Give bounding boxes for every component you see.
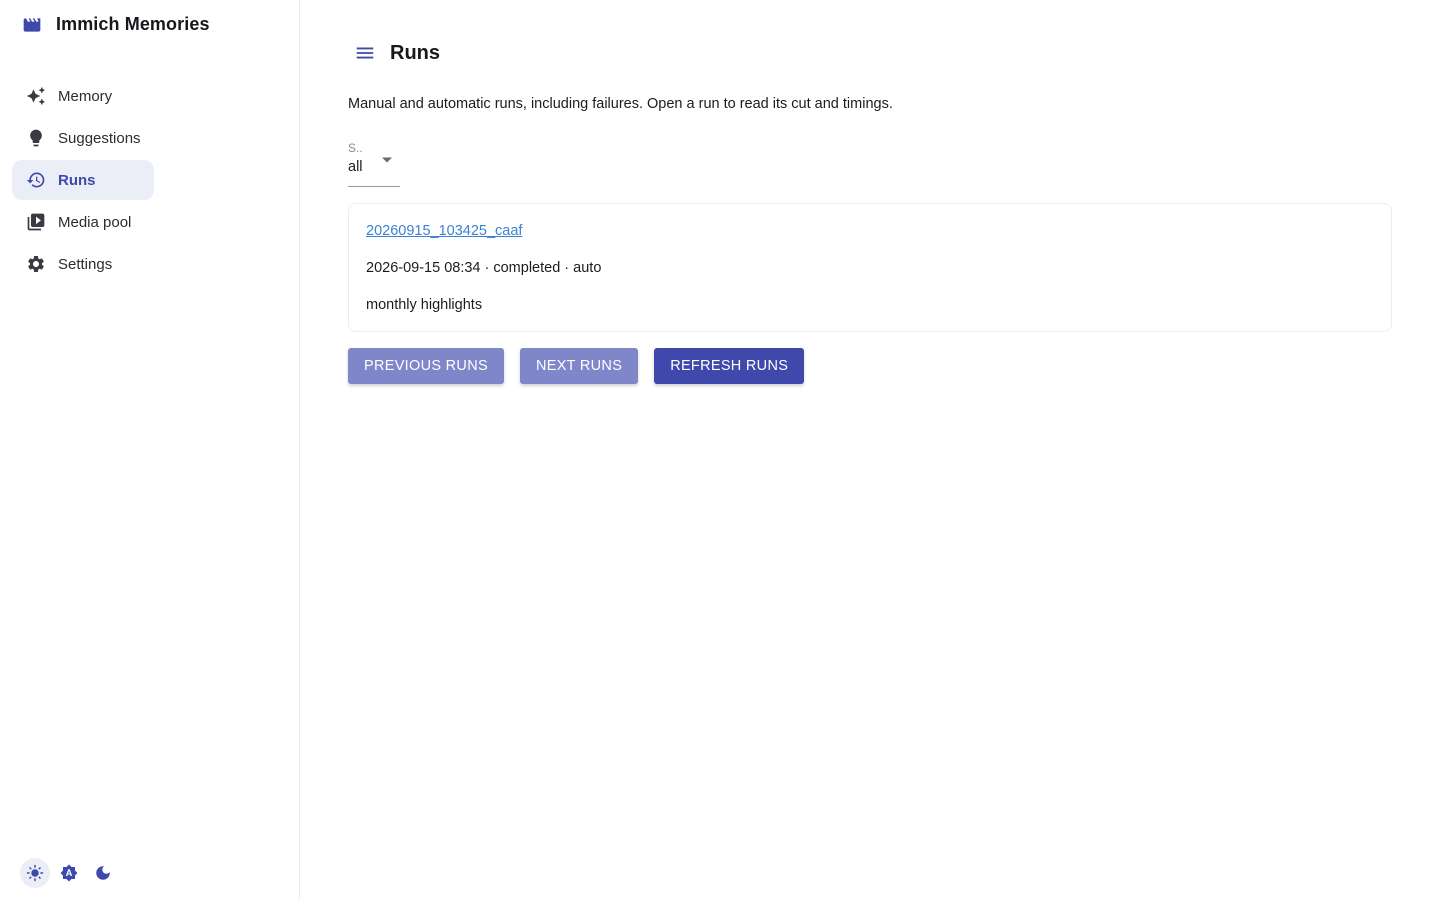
run-link[interactable]: 20260915_103425_caaf [366, 223, 522, 239]
sidebar-item-label: Suggestions [58, 129, 141, 147]
menu-toggle-button[interactable] [348, 38, 382, 68]
app-title: Immich Memories [56, 14, 210, 34]
previous-runs-button[interactable]: PREVIOUS RUNS [348, 348, 504, 384]
sidebar-nav: Memory Suggestions Runs Media pool Setti… [12, 76, 154, 286]
clapperboard-icon [22, 15, 42, 35]
sidebar-item-label: Runs [58, 171, 96, 189]
run-card: 20260915_103425_caaf 2026-09-15 08:34 · … [348, 203, 1392, 332]
sidebar-item-media-pool[interactable]: Media pool [12, 202, 154, 242]
pagination-actions: PREVIOUS RUNS NEXT RUNS REFRESH RUNS [348, 348, 820, 384]
main-content: Runs Manual and automatic runs, includin… [348, 0, 1392, 900]
status-filter-select[interactable]: S.. all [348, 140, 400, 187]
moon-icon [94, 864, 112, 882]
lightbulb-icon [26, 128, 46, 148]
sun-icon [26, 864, 44, 882]
run-name: monthly highlights [366, 297, 483, 313]
refresh-runs-button[interactable]: REFRESH RUNS [654, 348, 805, 384]
theme-switcher [20, 858, 122, 888]
auto-theme-button[interactable] [54, 858, 84, 888]
sparkles-icon [26, 86, 46, 106]
sidebar-item-runs[interactable]: Runs [12, 160, 154, 200]
run-meta: 2026-09-15 08:34 · completed · auto [366, 260, 602, 276]
video-library-icon [26, 212, 46, 232]
dark-theme-button[interactable] [88, 858, 118, 888]
page-header: Runs [348, 38, 440, 68]
sidebar-item-label: Settings [58, 255, 113, 273]
status-filter-value: all [348, 159, 363, 175]
menu-icon [354, 42, 376, 64]
history-icon [26, 170, 46, 190]
sidebar-item-label: Media pool [58, 213, 132, 231]
page-description: Manual and automatic runs, including fai… [348, 96, 893, 112]
light-theme-button[interactable] [20, 858, 50, 888]
sidebar-item-suggestions[interactable]: Suggestions [12, 118, 154, 158]
auto-theme-icon [60, 864, 78, 882]
status-filter-label: S.. [348, 141, 363, 155]
sidebar-item-memory[interactable]: Memory [12, 76, 154, 116]
page-title: Runs [390, 41, 440, 64]
brand[interactable]: Immich Memories [22, 14, 210, 35]
sidebar-item-settings[interactable]: Settings [12, 244, 154, 284]
sidebar-item-label: Memory [58, 87, 113, 105]
gear-icon [26, 254, 46, 274]
caret-down-icon [381, 156, 393, 164]
next-runs-button[interactable]: NEXT RUNS [519, 348, 639, 384]
sidebar: Immich Memories Memory Suggestions Runs … [0, 0, 300, 900]
